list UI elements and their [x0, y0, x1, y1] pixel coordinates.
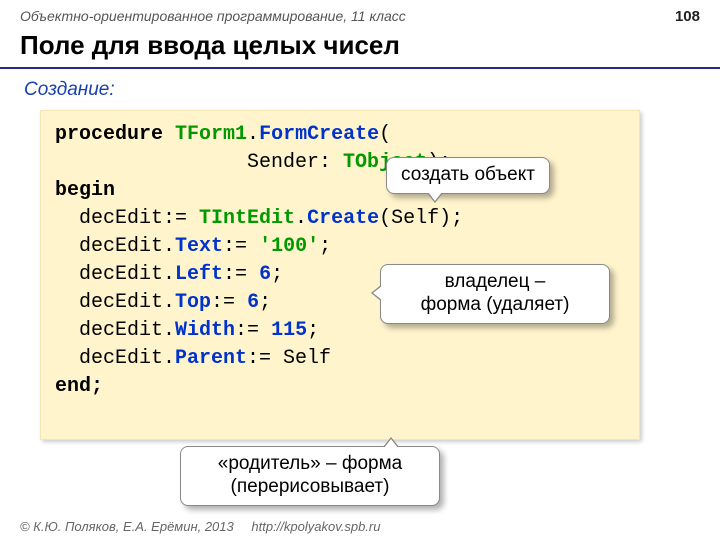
code-text: := — [223, 235, 259, 258]
type-name: TForm1 — [175, 123, 247, 146]
punct: ( — [379, 123, 391, 146]
keyword: begin — [55, 179, 115, 202]
code-text: decEdit. — [55, 235, 175, 258]
type-name: TIntEdit — [199, 207, 295, 230]
footer: © К.Ю. Поляков, Е.А. Ерёмин, 2013 http:/… — [20, 519, 380, 534]
property-name: Parent — [175, 347, 247, 370]
code-text: decEdit. — [55, 347, 175, 370]
code-text: := — [211, 291, 247, 314]
callout-owner: владелец – форма (удаляет) — [380, 264, 610, 324]
punct: . — [247, 123, 259, 146]
code-text: := Self — [247, 347, 331, 370]
callout-parent: «родитель» – форма (перерисовывает) — [180, 446, 440, 506]
code-text: decEdit. — [55, 319, 175, 342]
callout-text: создать объект — [401, 164, 535, 185]
method-name: FormCreate — [259, 123, 379, 146]
number-literal: 6 — [259, 263, 271, 286]
punct: ; — [307, 319, 319, 342]
punct: ; — [319, 235, 331, 258]
punct: ; — [259, 291, 271, 314]
copyright-text: © К.Ю. Поляков, Е.А. Ерёмин, 2013 — [20, 519, 234, 534]
number-literal: 6 — [247, 291, 259, 314]
code-text: := — [223, 263, 259, 286]
section-subtitle: Создание: — [0, 77, 720, 105]
string-literal: '100' — [259, 235, 319, 258]
punct: . — [295, 207, 307, 230]
callout-text: владелец – — [445, 271, 546, 292]
header-context: Объектно-ориентированное программировани… — [0, 0, 720, 28]
page-number: 108 — [675, 8, 700, 25]
page-title: Поле для ввода целых чисел — [0, 28, 720, 69]
callout-text: (перерисовывает) — [231, 476, 390, 497]
code-text: decEdit:= — [55, 207, 199, 230]
property-name: Top — [175, 291, 211, 314]
code-text: Sender: — [55, 151, 343, 174]
number-literal: 115 — [271, 319, 307, 342]
property-name: Width — [175, 319, 235, 342]
callout-create-object: создать объект — [386, 157, 550, 194]
callout-text: «родитель» – форма — [218, 453, 402, 474]
callout-text: форма (удаляет) — [421, 294, 570, 315]
code-text: decEdit. — [55, 291, 175, 314]
property-name: Text — [175, 235, 223, 258]
code-text: (Self); — [379, 207, 463, 230]
code-text: := — [235, 319, 271, 342]
keyword: end; — [55, 375, 103, 398]
method-name: Create — [307, 207, 379, 230]
punct: ; — [271, 263, 283, 286]
code-text: decEdit. — [55, 263, 175, 286]
property-name: Left — [175, 263, 223, 286]
keyword: procedure — [55, 123, 175, 146]
footer-url: http://kpolyakov.spb.ru — [251, 519, 380, 534]
